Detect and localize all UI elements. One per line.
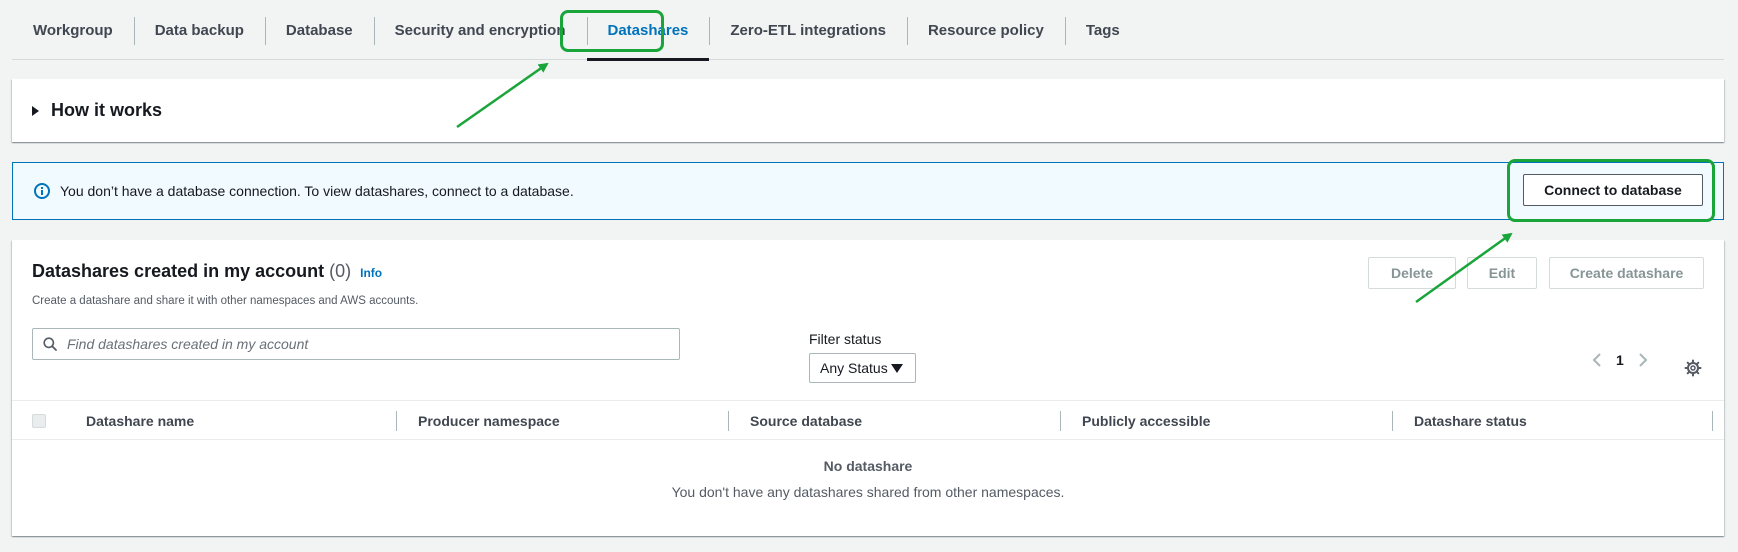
annotation-arrows [456,62,1513,304]
arrow-to-connect-button [1415,232,1513,304]
arrow-to-datashares-tab [456,62,549,129]
